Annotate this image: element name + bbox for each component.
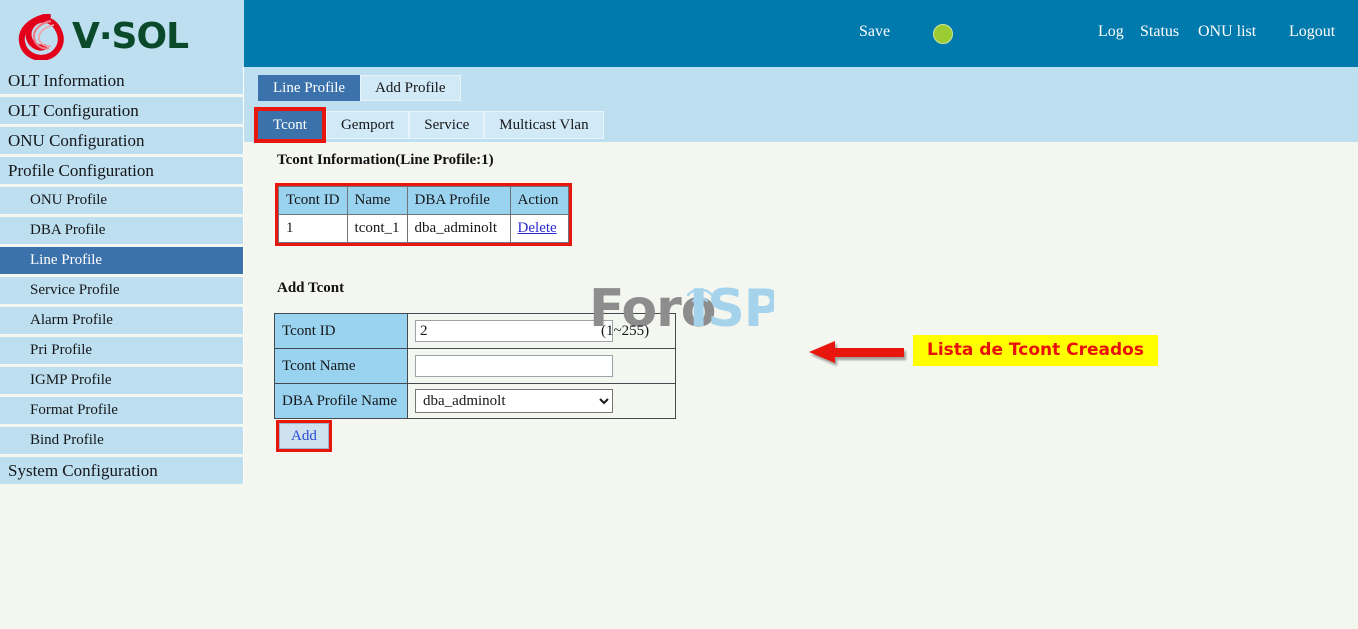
delete-link[interactable]: Delete	[518, 220, 557, 236]
label-tcont-name: Tcont Name	[274, 348, 408, 384]
brand-logo: V·SOL	[18, 13, 189, 61]
sidebar-item-label: ONU Configuration	[8, 130, 145, 150]
nav-logout-link[interactable]: Logout	[1289, 22, 1335, 42]
sidebar-item-label: OLT Information	[8, 70, 125, 90]
tab-label: Line Profile	[273, 79, 346, 96]
nav-onu-list-link[interactable]: ONU list	[1198, 22, 1256, 42]
field-row-tcont-name: Tcont Name	[274, 348, 676, 384]
sidebar-item-system-configuration[interactable]: System Configuration	[0, 457, 244, 484]
sidebar-item-alarm-profile[interactable]: Alarm Profile	[0, 307, 244, 334]
sidebar-item-olt-information[interactable]: OLT Information	[0, 67, 244, 94]
field-cell-dba-profile-name: dba_adminolt	[407, 383, 676, 419]
field-cell-tcont-name	[407, 348, 676, 384]
nav-status-link[interactable]: Status	[1140, 22, 1179, 42]
sidebar-item-label: Format Profile	[30, 402, 118, 418]
top-header-bar: Save Log Status ONU list Logout	[244, 0, 1358, 67]
nav-log-link[interactable]: Log	[1098, 22, 1124, 42]
cell-tcont-id: 1	[278, 214, 348, 243]
add-button[interactable]: Add	[279, 423, 329, 449]
vsol-droplet-logo-icon	[18, 13, 66, 61]
sidebar-item-service-profile[interactable]: Service Profile	[0, 277, 244, 304]
tab-service[interactable]: Service	[409, 111, 485, 139]
brand-name: V·SOL	[72, 16, 189, 57]
tcont-table: Tcont ID Name DBA Profile Action 1 tcont…	[278, 186, 569, 243]
dba-profile-name-select[interactable]: dba_adminolt	[415, 389, 613, 413]
cell-name: tcont_1	[346, 214, 408, 243]
sidebar-item-pri-profile[interactable]: Pri Profile	[0, 337, 244, 364]
sidebar-item-olt-configuration[interactable]: OLT Configuration	[0, 97, 244, 124]
sidebar-item-label: DBA Profile	[30, 222, 106, 238]
sidebar-item-label: ONU Profile	[30, 192, 108, 208]
tab-tcont[interactable]: Tcont	[254, 107, 326, 143]
label-tcont-id: Tcont ID	[274, 313, 408, 349]
sidebar-item-line-profile[interactable]: Line Profile	[0, 247, 244, 274]
sidebar-item-onu-profile[interactable]: ONU Profile	[0, 187, 244, 214]
sidebar-item-dba-profile[interactable]: DBA Profile	[0, 217, 244, 244]
tab-label: Gemport	[340, 116, 395, 133]
tcont-table-highlight: Tcont ID Name DBA Profile Action 1 tcont…	[275, 183, 572, 246]
tcont-id-range-hint: (1~255)	[601, 323, 650, 339]
sidebar-item-label: System Configuration	[8, 460, 158, 480]
annotation-callout: Lista de Tcont Creados	[913, 335, 1158, 366]
tcont-name-input[interactable]	[415, 355, 613, 377]
left-arrow-icon	[809, 340, 904, 364]
cell-dba-profile: dba_adminolt	[406, 214, 511, 243]
sidebar-item-onu-configuration[interactable]: ONU Configuration	[0, 127, 244, 154]
cell-action: Delete	[509, 214, 569, 243]
sidebar-item-format-profile[interactable]: Format Profile	[0, 397, 244, 424]
label-dba-profile-name: DBA Profile Name	[274, 383, 408, 419]
sidebar-item-label: Bind Profile	[30, 432, 104, 448]
tab-add-profile[interactable]: Add Profile	[360, 75, 461, 101]
sidebar-item-label: Service Profile	[30, 282, 120, 298]
sidebar-item-bind-profile[interactable]: Bind Profile	[0, 427, 244, 454]
add-tcont-title: Add Tcont	[277, 280, 345, 296]
add-button-highlight: Add	[276, 420, 332, 452]
sidebar-item-label: Profile Configuration	[8, 160, 154, 180]
sidebar-item-profile-configuration[interactable]: Profile Configuration	[0, 157, 244, 184]
tcont-id-input[interactable]	[415, 320, 613, 342]
sidebar-item-label: Line Profile	[30, 252, 103, 268]
sidebar-item-label: Pri Profile	[30, 342, 93, 358]
save-button[interactable]: Save	[859, 22, 890, 42]
tab-label: Multicast Vlan	[499, 116, 589, 133]
table-row: 1 tcont_1 dba_adminolt Delete	[278, 214, 569, 243]
tab-label: Tcont	[273, 116, 307, 133]
table-header-row: Tcont ID Name DBA Profile Action	[278, 186, 569, 215]
sidebar-item-label: OLT Configuration	[8, 100, 139, 120]
secondary-tab-bar: Tcont Gemport Service Multicast Vlan	[254, 107, 604, 143]
col-dba-profile: DBA Profile	[406, 186, 511, 215]
tab-zone: Line Profile Add Profile Tcont Gemport S…	[244, 67, 1358, 143]
col-name: Name	[346, 186, 408, 215]
tab-label: Add Profile	[375, 79, 446, 96]
logo-pane: V·SOL	[0, 0, 244, 67]
page-root: V·SOL Save Log Status ONU list Logout OL…	[0, 0, 1358, 629]
sidebar-nav: OLT Information OLT Configuration ONU Co…	[0, 67, 244, 629]
tab-gemport[interactable]: Gemport	[325, 111, 410, 139]
sidebar-item-label: Alarm Profile	[30, 312, 113, 328]
col-action: Action	[509, 186, 569, 215]
tab-line-profile[interactable]: Line Profile	[258, 75, 361, 101]
tab-multicast-vlan[interactable]: Multicast Vlan	[484, 111, 604, 139]
field-row-dba-profile-name: DBA Profile Name dba_adminolt	[274, 383, 676, 419]
tab-label: Service	[424, 116, 470, 133]
col-tcont-id: Tcont ID	[278, 186, 348, 215]
tcont-info-title: Tcont Information(Line Profile:1)	[277, 152, 494, 168]
sidebar-item-igmp-profile[interactable]: IGMP Profile	[0, 367, 244, 394]
status-dot-icon	[933, 24, 953, 44]
primary-tab-bar: Line Profile Add Profile	[258, 75, 461, 101]
sidebar-item-label: IGMP Profile	[30, 372, 112, 388]
